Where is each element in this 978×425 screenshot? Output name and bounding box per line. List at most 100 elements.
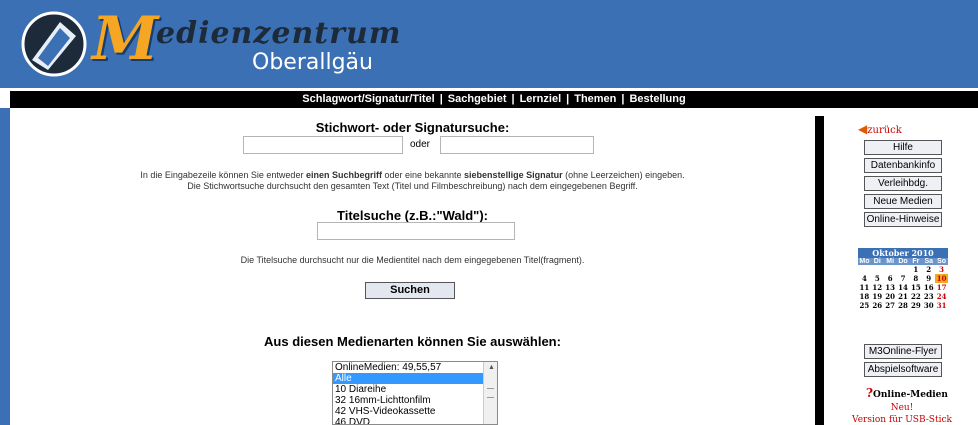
media-option[interactable]: 46 DVD (333, 417, 497, 424)
media-option[interactable]: 10 Diareihe (333, 384, 497, 395)
calendar-day[interactable]: 16 (922, 283, 935, 292)
media-option[interactable]: OnlineMedien: 49,55,57 (333, 362, 497, 373)
calendar-day[interactable]: 1 (909, 265, 922, 274)
main-nav: Schlagwort/Signatur/Titel | Sachgebiet | Ler… (10, 91, 978, 108)
weekday: So (937, 258, 947, 265)
weekday: Fr (912, 258, 920, 265)
question-icon: ? (866, 386, 874, 400)
media-type-select[interactable]: OnlineMedien: 49,55,57 Alle 10 Diareihe … (332, 361, 498, 425)
nav-schlagwort[interactable]: Schlagwort/Signatur/Titel (302, 93, 434, 105)
calendar-day[interactable]: 9 (922, 274, 935, 283)
calendar: Oktober 2010 Mo Di Mi Do Fr Sa So 123456… (858, 248, 949, 310)
signature-input[interactable] (440, 136, 594, 154)
scroll-thumb[interactable] (487, 388, 494, 398)
calendar-day[interactable]: 29 (909, 301, 922, 310)
nav-bestellung[interactable]: Bestellung (629, 93, 685, 105)
calendar-weekdays: Mo Di Mi Do Fr Sa So (858, 258, 948, 265)
logo-letter: M (92, 4, 158, 74)
left-border (0, 108, 10, 425)
calendar-day (871, 265, 884, 274)
new-media-button[interactable]: Neue Medien (864, 194, 942, 209)
database-info-button[interactable]: Datenbankinfo (864, 158, 942, 173)
calendar-week: 4 5 6 7 8 9 10 (858, 274, 949, 283)
usb-notice[interactable]: Neu! Version für USB-Stick (852, 402, 952, 425)
weekday: Di (873, 258, 881, 265)
keyword-search-heading: Stichwort- oder Signatursuche: (315, 120, 510, 135)
calendar-week: 18 19 20 21 22 23 24 (858, 292, 948, 301)
calendar-day[interactable]: 5 (871, 274, 884, 283)
nav-themen[interactable]: Themen (574, 93, 616, 105)
calendar-day (897, 265, 910, 274)
calendar-day[interactable]: 22 (909, 292, 922, 301)
back-arrow-icon: ◀ (858, 122, 868, 136)
right-divider (815, 116, 824, 425)
back-link[interactable]: ◀zurück (858, 122, 902, 136)
calendar-week: 25 26 27 28 29 30 31 (858, 301, 948, 310)
listbox-scrollbar[interactable]: ▲ (483, 362, 497, 424)
calendar-day[interactable]: 6 (884, 274, 897, 283)
calendar-week: 11 12 13 14 15 16 17 (858, 283, 948, 292)
calendar-week: 123 (858, 265, 948, 274)
media-option[interactable]: 32 16mm-Lichttonfilm (333, 395, 497, 406)
online-notes-button[interactable]: Online-Hinweise (864, 212, 942, 227)
calendar-day[interactable]: 7 (897, 274, 910, 283)
media-types-heading: Aus diesen Medienarten können Sie auswäh… (264, 334, 561, 349)
calendar-day[interactable]: 28 (897, 301, 910, 310)
calendar-day[interactable]: 3 (935, 265, 948, 274)
calendar-day (884, 265, 897, 274)
flyer-button[interactable]: M3Online-Flyer (864, 344, 942, 359)
logo-wordmark: edienzentrum (156, 16, 402, 51)
calendar-day[interactable]: 10 (935, 274, 949, 283)
media-option[interactable]: 42 VHS-Videokassette (333, 406, 497, 417)
help-button[interactable]: Hilfe (864, 140, 942, 155)
calendar-day[interactable]: 17 (935, 283, 948, 292)
calendar-day[interactable]: 18 (858, 292, 871, 301)
nav-sachgebiet[interactable]: Sachgebiet (448, 93, 507, 105)
weekday: Do (898, 258, 908, 265)
logo-icon (21, 11, 87, 77)
title-search-heading: Titelsuche (z.B.:"Wald"): (337, 208, 488, 223)
nav-lernziel[interactable]: Lernziel (520, 93, 562, 105)
calendar-day[interactable]: 2 (922, 265, 935, 274)
nav-separator: | (511, 93, 515, 105)
calendar-day[interactable]: 30 (922, 301, 935, 310)
weekday: Sa (924, 258, 933, 265)
weekday: Mi (886, 258, 895, 265)
calendar-day[interactable]: 24 (935, 292, 948, 301)
calendar-title: Oktober 2010 (858, 248, 948, 258)
calendar-grid: 1 2 3 4 5 6 7 8 9 10 11 12 13 14 15 16 17 18 19 20 21 22 23 24 2… (858, 265, 949, 310)
title-input[interactable] (317, 222, 515, 240)
calendar-day (858, 265, 871, 274)
online-media-link[interactable]: ?Online-Medien (866, 386, 948, 400)
calendar-day[interactable]: 31 (935, 301, 948, 310)
calendar-day[interactable]: 4 (858, 274, 871, 283)
calendar-day[interactable]: 15 (909, 283, 922, 292)
search-button[interactable]: Suchen (365, 282, 455, 299)
calendar-day[interactable]: 14 (897, 283, 910, 292)
keyword-input[interactable] (243, 136, 403, 154)
calendar-day[interactable]: 23 (922, 292, 935, 301)
player-software-button[interactable]: Abspielsoftware (864, 362, 942, 377)
nav-separator: | (566, 93, 570, 105)
nav-separator: | (621, 93, 625, 105)
scroll-up-icon[interactable]: ▲ (488, 364, 495, 371)
nav-separator: | (439, 93, 443, 105)
logo-subtitle: Oberallgäu (252, 50, 373, 75)
title-search-help: Die Titelsuche durchsucht nur die Medien… (240, 255, 585, 265)
calendar-day[interactable]: 25 (858, 301, 871, 310)
calendar-day[interactable]: 26 (871, 301, 884, 310)
calendar-day[interactable]: 21 (897, 292, 910, 301)
weekday: Mo (859, 258, 870, 265)
calendar-day[interactable]: 20 (884, 292, 897, 301)
lending-terms-button[interactable]: Verleihbdg. (864, 176, 942, 191)
search-help-line2: Die Stichwortsuche durchsucht den gesamt… (187, 181, 638, 191)
calendar-day[interactable]: 12 (871, 283, 884, 292)
calendar-day[interactable]: 19 (871, 292, 884, 301)
site-header: M edienzentrum Oberallgäu (0, 0, 978, 88)
calendar-day[interactable]: 8 (909, 274, 922, 283)
calendar-day[interactable]: 13 (884, 283, 897, 292)
calendar-day[interactable]: 27 (884, 301, 897, 310)
calendar-day[interactable]: 11 (858, 283, 871, 292)
or-label: oder (410, 139, 431, 150)
media-option-selected[interactable]: Alle (333, 373, 497, 384)
